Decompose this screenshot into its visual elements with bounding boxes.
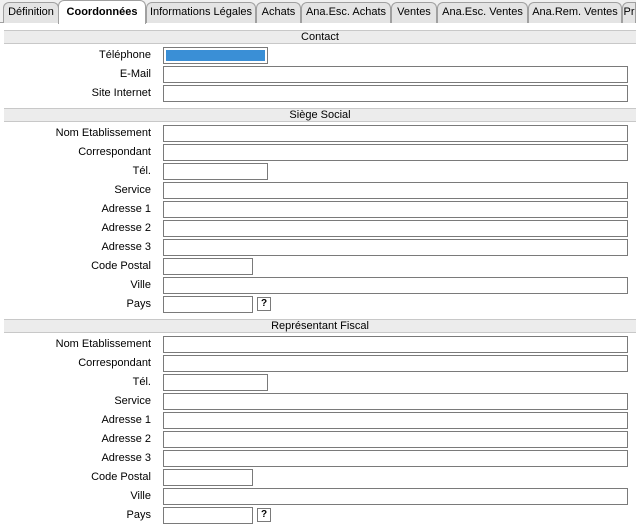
siege-pays-input[interactable] <box>163 296 253 313</box>
email-label: E-Mail <box>119 68 151 80</box>
tab-achats[interactable]: Achats <box>256 2 301 23</box>
rep-tel-label: Tél. <box>132 376 151 388</box>
tab-informations-legales[interactable]: Informations Légales <box>146 2 256 23</box>
email-input[interactable] <box>163 66 628 83</box>
rep-code-postal-input[interactable] <box>163 469 253 486</box>
rep-pays-label: Pays <box>126 509 151 521</box>
rep-adresse1-input[interactable] <box>163 412 628 429</box>
site-internet-label: Site Internet <box>91 87 151 99</box>
siege-adresse1-label: Adresse 1 <box>101 203 151 215</box>
siege-adresse3-input[interactable] <box>163 239 628 256</box>
contact-section-header: Contact <box>4 30 636 44</box>
rep-adresse1-label: Adresse 1 <box>101 414 151 426</box>
coordonnees-panel: Contact Téléphone E-Mail Site Internet S… <box>0 23 636 531</box>
rep-code-postal-label: Code Postal <box>91 471 151 483</box>
rep-service-input[interactable] <box>163 393 628 410</box>
tab-definition[interactable]: Définition <box>3 2 59 23</box>
tab-pr[interactable]: Pr <box>622 2 636 23</box>
rep-ville-input[interactable] <box>163 488 628 505</box>
tab-bar: Définition Coordonnées Informations Léga… <box>0 0 636 24</box>
siege-service-input[interactable] <box>163 182 628 199</box>
siege-adresse1-input[interactable] <box>163 201 628 218</box>
rep-correspondant-input[interactable] <box>163 355 628 372</box>
siege-tel-label: Tél. <box>132 165 151 177</box>
tab-ventes[interactable]: Ventes <box>391 2 437 23</box>
siege-correspondant-label: Correspondant <box>78 146 151 158</box>
rep-correspondant-label: Correspondant <box>78 357 151 369</box>
siege-ville-input[interactable] <box>163 277 628 294</box>
rep-adresse2-label: Adresse 2 <box>101 433 151 445</box>
siege-nom-input[interactable] <box>163 125 628 142</box>
siege-correspondant-input[interactable] <box>163 144 628 161</box>
rep-nom-input[interactable] <box>163 336 628 353</box>
siege-pays-label: Pays <box>126 298 151 310</box>
rep-adresse3-label: Adresse 3 <box>101 452 151 464</box>
rep-pays-lookup-button[interactable]: ? <box>257 508 271 522</box>
siege-nom-label: Nom Etablissement <box>55 127 151 139</box>
rep-pays-input[interactable] <box>163 507 253 524</box>
siege-code-postal-input[interactable] <box>163 258 253 275</box>
representant-fiscal-section-header: Représentant Fiscal <box>4 319 636 333</box>
rep-nom-label: Nom Etablissement <box>55 338 151 350</box>
siege-adresse2-input[interactable] <box>163 220 628 237</box>
tab-ana-rem-ventes[interactable]: Ana.Rem. Ventes <box>528 2 622 23</box>
rep-adresse2-input[interactable] <box>163 431 628 448</box>
telephone-label: Téléphone <box>99 49 151 61</box>
rep-adresse3-input[interactable] <box>163 450 628 467</box>
rep-service-label: Service <box>114 395 151 407</box>
tab-coordonnees[interactable]: Coordonnées <box>58 0 146 24</box>
telephone-input[interactable] <box>163 47 268 64</box>
tab-ana-esc-ventes[interactable]: Ana.Esc. Ventes <box>437 2 528 23</box>
siege-tel-input[interactable] <box>163 163 268 180</box>
siege-service-label: Service <box>114 184 151 196</box>
tab-ana-esc-achats[interactable]: Ana.Esc. Achats <box>301 2 391 23</box>
rep-ville-label: Ville <box>130 490 151 502</box>
siege-pays-lookup-button[interactable]: ? <box>257 297 271 311</box>
siege-adresse3-label: Adresse 3 <box>101 241 151 253</box>
siege-code-postal-label: Code Postal <box>91 260 151 272</box>
siege-social-section-header: Siège Social <box>4 108 636 122</box>
siege-adresse2-label: Adresse 2 <box>101 222 151 234</box>
siege-ville-label: Ville <box>130 279 151 291</box>
rep-tel-input[interactable] <box>163 374 268 391</box>
site-internet-input[interactable] <box>163 85 628 102</box>
